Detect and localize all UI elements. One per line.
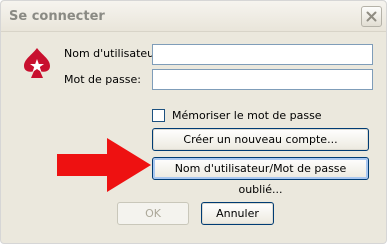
close-button[interactable] — [361, 6, 382, 27]
title-bar: Se connecter — [1, 1, 386, 32]
remember-password-label: Mémoriser le mot de passe — [172, 109, 322, 122]
login-dialog: Se connecter Nom d'utilisateur: Mot de p… — [0, 0, 387, 244]
remember-password-checkbox[interactable] — [152, 109, 165, 122]
forgot-credentials-button[interactable]: Nom d'utilisateur/Mot de passe oublié... — [152, 157, 369, 196]
spade-logo-icon — [24, 48, 50, 78]
username-field[interactable] — [152, 44, 373, 65]
dialog-title: Se connecter — [9, 9, 105, 24]
password-label: Mot de passe: — [64, 73, 141, 86]
close-icon — [366, 11, 377, 22]
cancel-button[interactable]: Annuler — [201, 202, 274, 225]
password-field[interactable] — [152, 69, 373, 90]
create-account-button[interactable]: Créer un nouveau compte... — [152, 128, 369, 151]
username-label: Nom d'utilisateur: — [64, 47, 163, 60]
red-arrow-icon — [57, 138, 151, 192]
ok-button[interactable]: OK — [117, 202, 189, 225]
